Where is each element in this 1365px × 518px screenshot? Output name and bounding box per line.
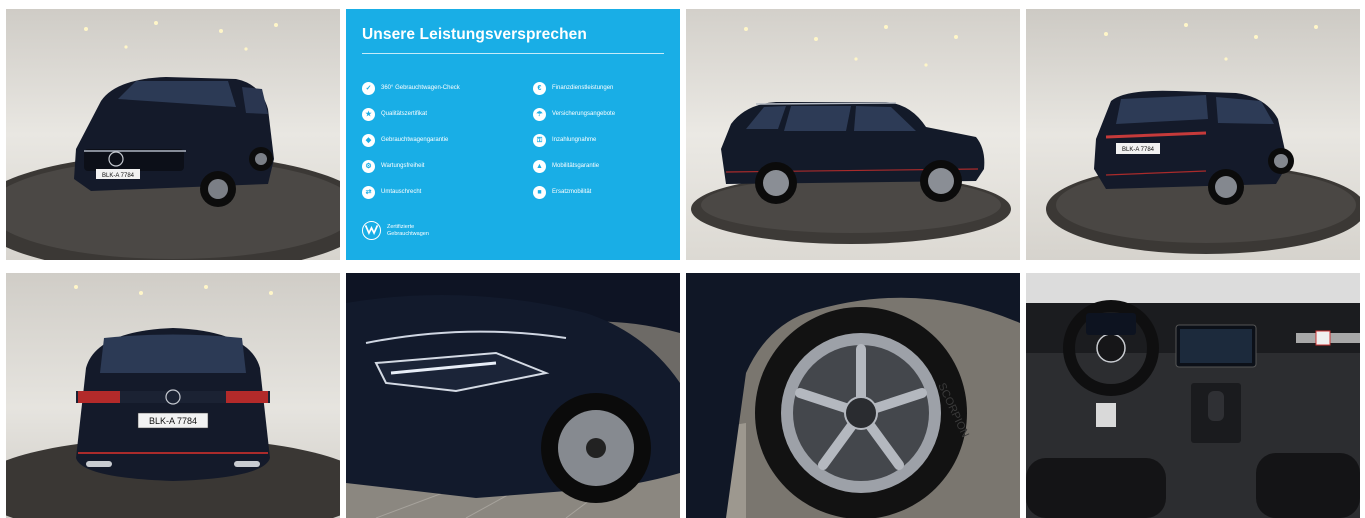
photo-headlight-detail[interactable] <box>346 273 680 518</box>
interior-image <box>1026 273 1360 518</box>
promise-item: ■ Ersatzmobilität <box>533 179 680 205</box>
photo-rear-three-quarter[interactable]: BLK-A 7784 <box>1026 9 1360 260</box>
car-side-image <box>686 9 1020 260</box>
promise-item: ⚙ Wartungsfreiheit <box>362 153 522 179</box>
svg-text:BLK-A 7784: BLK-A 7784 <box>1122 147 1155 153</box>
promise-item: ★ Qualitätszertifikat <box>362 101 522 127</box>
license-plate: BLK-A 7784 <box>102 173 135 179</box>
car-rear-image: BLK-A 7784 <box>6 273 340 518</box>
brand-line-2: Gebrauchtwagen <box>387 230 429 237</box>
money-icon: € <box>533 81 546 95</box>
brand-line-1: Zertifizierte <box>387 223 415 230</box>
headlight-image <box>346 273 680 518</box>
promise-item: ⇄ Umtauschrecht <box>362 179 522 205</box>
photo-rear[interactable]: BLK-A 7784 <box>6 273 340 518</box>
car-key-icon: ⚿ <box>533 133 546 147</box>
exchange-icon: ⇄ <box>362 185 375 199</box>
promise-item: € Finanzdienstleistungen <box>533 75 680 101</box>
photo-front-three-quarter[interactable]: BLK-A 7784 <box>6 9 340 260</box>
promise-list-right: € Finanzdienstleistungen ☂ Versicherungsan… <box>533 75 680 205</box>
car-front-image: BLK-A 7784 <box>6 9 340 260</box>
road-icon: ▲ <box>533 159 546 173</box>
promise-item: ▲ Mobilitätsgarantie <box>533 153 680 179</box>
check-icon: ✓ <box>362 81 375 95</box>
license-plate: BLK-A 7784 <box>149 416 197 426</box>
divider <box>362 53 664 54</box>
promise-item: ◆ Gebrauchtwagengarantie <box>362 127 522 153</box>
umbrella-icon: ☂ <box>533 107 546 121</box>
photo-side-profile[interactable] <box>686 9 1020 260</box>
vw-certified-mark: Zertifizierte Gebrauchtwagen <box>362 221 429 240</box>
promise-item: ✓ 360° Gebrauchtwagen-Check <box>362 75 522 101</box>
shield-icon: ◆ <box>362 133 375 147</box>
promise-card[interactable]: Unsere Leistungsversprechen ✓ 360° Gebrau… <box>346 9 680 260</box>
photo-interior-cockpit[interactable] <box>1026 273 1360 518</box>
car-rear-three-quarter-image: BLK-A 7784 <box>1026 9 1360 260</box>
promise-item: ☂ Versicherungsangebote <box>533 101 680 127</box>
wrench-icon: ⚙ <box>362 159 375 173</box>
car-icon: ■ <box>533 185 546 199</box>
promise-item: ⚿ Inzahlungnahme <box>533 127 680 153</box>
vw-logo-icon <box>362 221 381 240</box>
wheel-image: SCORPION <box>686 273 1020 518</box>
photo-wheel-detail[interactable]: SCORPION <box>686 273 1020 518</box>
certificate-icon: ★ <box>362 107 375 121</box>
promise-title: Unsere Leistungsversprechen <box>362 26 587 43</box>
promise-list-left: ✓ 360° Gebrauchtwagen-Check ★ Qualitätszer… <box>362 75 522 205</box>
